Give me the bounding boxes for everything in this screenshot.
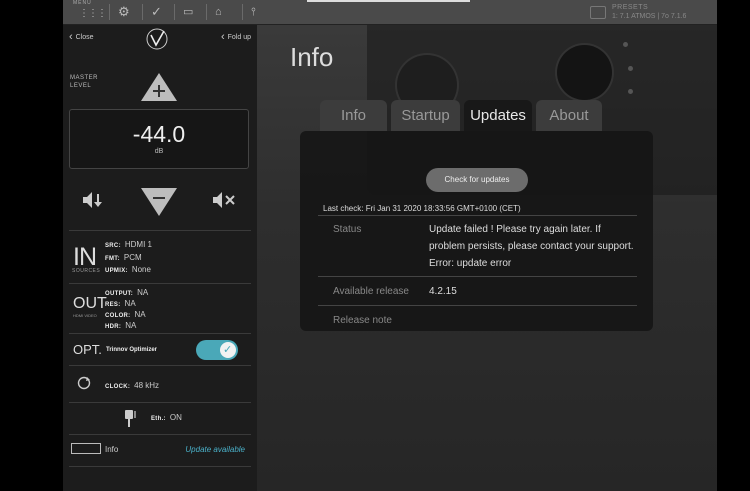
src-row: SRC: HDMI 1 — [105, 240, 152, 249]
status-label: Status — [333, 224, 362, 235]
toolbar-divider — [206, 4, 207, 20]
hdr-row: HDR: NA — [105, 321, 137, 330]
output-row: OUTPUT: NA — [105, 288, 149, 297]
info-label[interactable]: Info — [105, 445, 118, 454]
toolbar-divider — [142, 4, 143, 20]
main-area: Info Info Startup Updates About Check fo… — [257, 25, 717, 491]
folder-icon — [590, 6, 606, 19]
volume-value: -44.0 — [132, 121, 186, 147]
out-subtitle: HDMI VIDEO — [73, 313, 97, 318]
device-knob — [557, 45, 612, 100]
fold-up-label: Fold up — [227, 33, 251, 41]
preset-value: 1: 7.1 ATMOS | 7o 7.1.6 — [612, 13, 687, 20]
out-title: OUT — [73, 295, 107, 312]
gear-icon[interactable]: ⚙ — [118, 4, 130, 20]
chevron-left-icon: ‹ — [69, 31, 73, 43]
toolbar-divider — [242, 4, 243, 20]
device-led — [628, 66, 633, 71]
microphone-icon[interactable]: ⫯ — [251, 4, 256, 20]
available-release-label: Available release — [333, 286, 409, 297]
color-row: COLOR: NA — [105, 310, 146, 319]
volume-display: -44.0 dB — [69, 109, 249, 169]
top-toolbar: MENU ⋮⋮⋮ ⚙ ✓ ▭ ⌂ ⫯ PRESETS 1: 7.1 ATMOS … — [63, 0, 717, 25]
preset-selector[interactable]: PRESETS 1: 7.1 ATMOS | 7o 7.1.6 — [588, 3, 750, 21]
preset-label: PRESETS — [612, 4, 649, 11]
eth-row: Eth.: ON — [151, 413, 182, 422]
tab-startup[interactable]: Startup — [391, 100, 460, 131]
divider — [69, 283, 251, 284]
speakers-icon[interactable]: ⌂ — [215, 4, 222, 20]
divider — [69, 466, 251, 467]
upmix-row: UPMIX: None — [105, 265, 151, 274]
chevron-left-icon: ‹ — [220, 31, 225, 43]
toggle-knob: ✓ — [220, 342, 236, 358]
ethernet-icon — [125, 410, 136, 427]
display-icon[interactable]: ▭ — [183, 4, 193, 20]
checkmark-icon: ✓ — [223, 344, 233, 356]
fold-up-button[interactable]: ‹ Fold up — [221, 31, 251, 43]
close-label: Close — [75, 33, 94, 41]
toolbar-divider — [174, 4, 175, 20]
volume-unit: dB — [154, 148, 164, 155]
device-info-icon — [71, 443, 101, 454]
close-button[interactable]: ‹ Close — [69, 31, 94, 43]
divider — [69, 333, 251, 334]
mute-icon[interactable] — [213, 192, 235, 208]
res-row: RES: NA — [105, 299, 136, 308]
checkmark-icon[interactable]: ✓ — [151, 4, 162, 20]
check-for-updates-button[interactable]: Check for updates — [426, 168, 528, 192]
toolbar-center-box — [307, 0, 470, 2]
opt-title: OPT. — [73, 342, 102, 357]
page-title: Info — [290, 42, 334, 72]
tab-updates[interactable]: Updates — [464, 100, 532, 131]
clock-row: CLOCK: 48 kHz — [105, 381, 160, 390]
divider — [69, 230, 251, 231]
update-available-link[interactable]: Update available — [185, 445, 245, 454]
device-led — [628, 89, 633, 94]
divider — [69, 402, 251, 403]
status-value: Update failed ! Please try again later. … — [429, 224, 634, 269]
sync-icon — [77, 376, 91, 390]
tab-info[interactable]: Info — [320, 100, 387, 131]
fmt-row: FMT: PCM — [105, 253, 142, 262]
last-check-text: Last check: Fri Jan 31 2020 18:33:56 GMT… — [323, 204, 521, 213]
row-divider — [318, 305, 637, 306]
logo — [146, 28, 168, 50]
master-level-label: MASTER LEVEL — [70, 75, 99, 89]
device-led — [623, 42, 628, 47]
tab-about[interactable]: About — [536, 100, 602, 131]
release-note-label: Release note — [333, 315, 392, 326]
volume-up-button[interactable] — [141, 73, 177, 101]
left-panel: ‹ Close ‹ Fold up MASTER LEVEL -44.0 dB IN… — [63, 25, 257, 491]
row-divider — [318, 276, 637, 277]
optimizer-label: Trinnov Optimizer — [106, 347, 158, 353]
optimizer-toggle[interactable]: ✓ — [196, 340, 238, 360]
divider — [69, 434, 251, 435]
volume-down-speaker-icon[interactable] — [83, 191, 105, 209]
in-subtitle: SOURCES — [72, 268, 101, 274]
toolbar-divider — [109, 4, 110, 20]
volume-down-button[interactable] — [141, 188, 177, 216]
row-divider — [318, 215, 637, 216]
grid-menu-icon[interactable]: ⋮⋮⋮ — [79, 6, 107, 22]
available-release-value: 4.2.15 — [429, 286, 457, 297]
divider — [69, 365, 251, 366]
